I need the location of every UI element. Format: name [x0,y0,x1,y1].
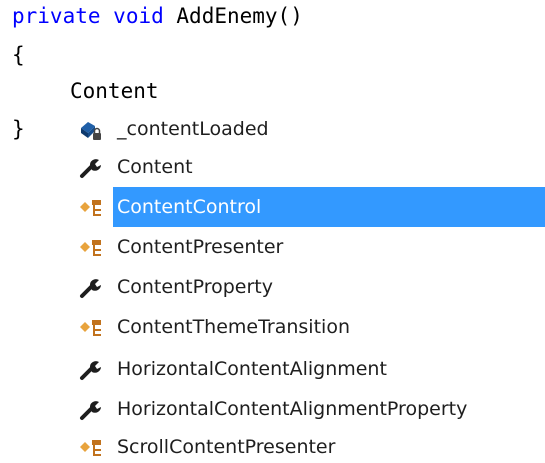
code-editor[interactable]: private void AddEnemy() { Content } _con… [0,0,545,463]
keyword-void: void [113,4,164,28]
completion-item-label: ContentControl [117,196,262,218]
class-icon [80,320,101,336]
wrench-icon [80,279,101,298]
wrench-icon [80,401,101,420]
completion-item-label: HorizontalContentAlignment [117,358,387,380]
completion-item-label: ContentPresenter [117,236,284,258]
private-field-icon [81,122,101,140]
completion-item[interactable]: ContentThemeTransition [65,307,545,347]
completion-item-label: ContentProperty [117,276,273,298]
completion-item[interactable]: _contentLoaded [65,109,545,149]
completion-item[interactable]: Content [65,147,545,187]
class-icon [80,440,101,456]
wrench-icon [80,159,101,178]
wrench-icon [80,361,101,380]
class-icon [80,240,101,256]
completion-item[interactable]: ContentProperty [65,267,545,307]
completion-item-label: HorizontalContentAlignmentProperty [117,398,468,420]
completion-item-label: _contentLoaded [117,118,269,140]
completion-item-label: Content [117,156,193,178]
code-line-method-signature: private void AddEnemy() [12,3,303,29]
completion-item[interactable]: HorizontalContentAlignmentProperty [65,389,545,429]
code-line-open-brace: { [12,43,25,67]
keyword-private: private [12,4,101,28]
completion-item[interactable]: HorizontalContentAlignment [65,349,545,389]
class-icon [80,200,101,216]
completion-item-label: ScrollContentPresenter [117,436,336,458]
completion-item[interactable]: ScrollContentPresenter [65,427,545,463]
completion-item-selected[interactable]: ContentControl [65,187,545,227]
intellisense-completion-list[interactable]: _contentLoaded Content ContentControl Co… [65,101,545,463]
completion-item[interactable]: ContentPresenter [65,227,545,267]
code-line-close-brace: } [12,117,25,141]
completion-item-label: ContentThemeTransition [117,316,350,338]
method-name: AddEnemy() [176,4,303,28]
